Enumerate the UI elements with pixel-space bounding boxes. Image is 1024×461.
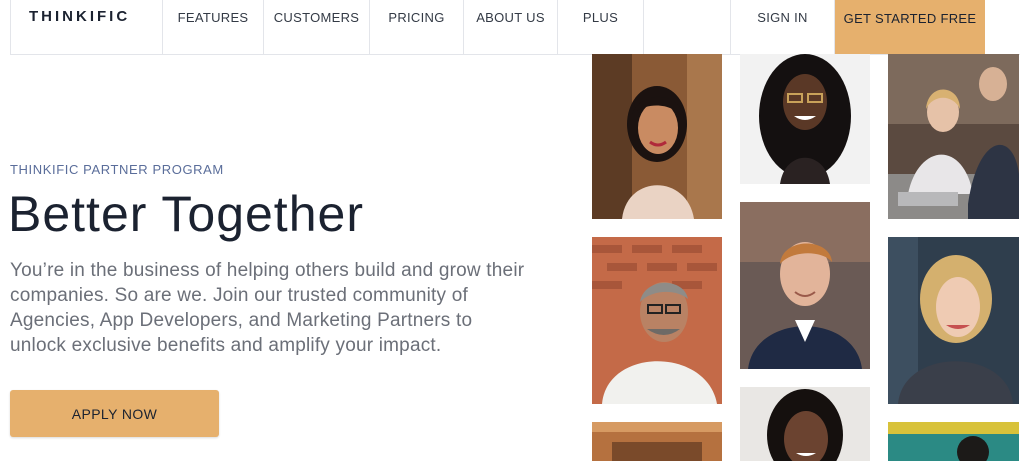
nav-item-label: PLUS [582,10,619,25]
nav-item-label: CUSTOMERS [273,10,360,25]
apply-now-button[interactable]: APPLY NOW [10,390,219,437]
nav-item-customers[interactable]: CUSTOMERS [264,0,370,54]
sign-in-link[interactable]: SIGN IN [731,0,835,54]
logo[interactable]: THINKIFIC [10,0,163,54]
nav-item-label: FEATURES [177,10,249,25]
partner-photo-woman-blonde [888,237,1019,404]
logo-text: THINKIFIC [29,8,131,25]
partner-photo-team-meeting [888,54,1019,219]
nav-item-plus[interactable]: PLUS [558,0,644,54]
get-started-free-button[interactable]: GET STARTED FREE [835,0,985,54]
partner-photo-woman-smiling [592,54,722,219]
nav-item-about-us[interactable]: ABOUT US [464,0,558,54]
get-started-label: GET STARTED FREE [843,11,977,26]
hero-description: You’re in the business of helping others… [10,260,525,356]
partner-photo-bottom-left [592,422,722,461]
nav-item-label: ABOUT US [476,10,545,25]
partner-photo-man-glasses [592,237,722,404]
nav-item-label: PRICING [388,10,445,25]
partner-photo-bottom-right [888,422,1019,461]
partner-photo-woman-curly-hair [740,54,870,184]
nav-divider-space [644,0,731,54]
nav-item-features[interactable]: FEATURES [163,0,264,54]
page-title: Better Together [8,186,364,242]
sign-in-label: SIGN IN [757,10,808,25]
top-navigation: THINKIFIC FEATURES CUSTOMERS PRICING ABO… [10,0,1020,55]
partner-photo-man-suit [740,202,870,369]
nav-item-pricing[interactable]: PRICING [370,0,464,54]
eyebrow-label: THINKIFIC PARTNER PROGRAM [10,162,224,177]
partner-photo-woman-bottom [740,387,870,461]
